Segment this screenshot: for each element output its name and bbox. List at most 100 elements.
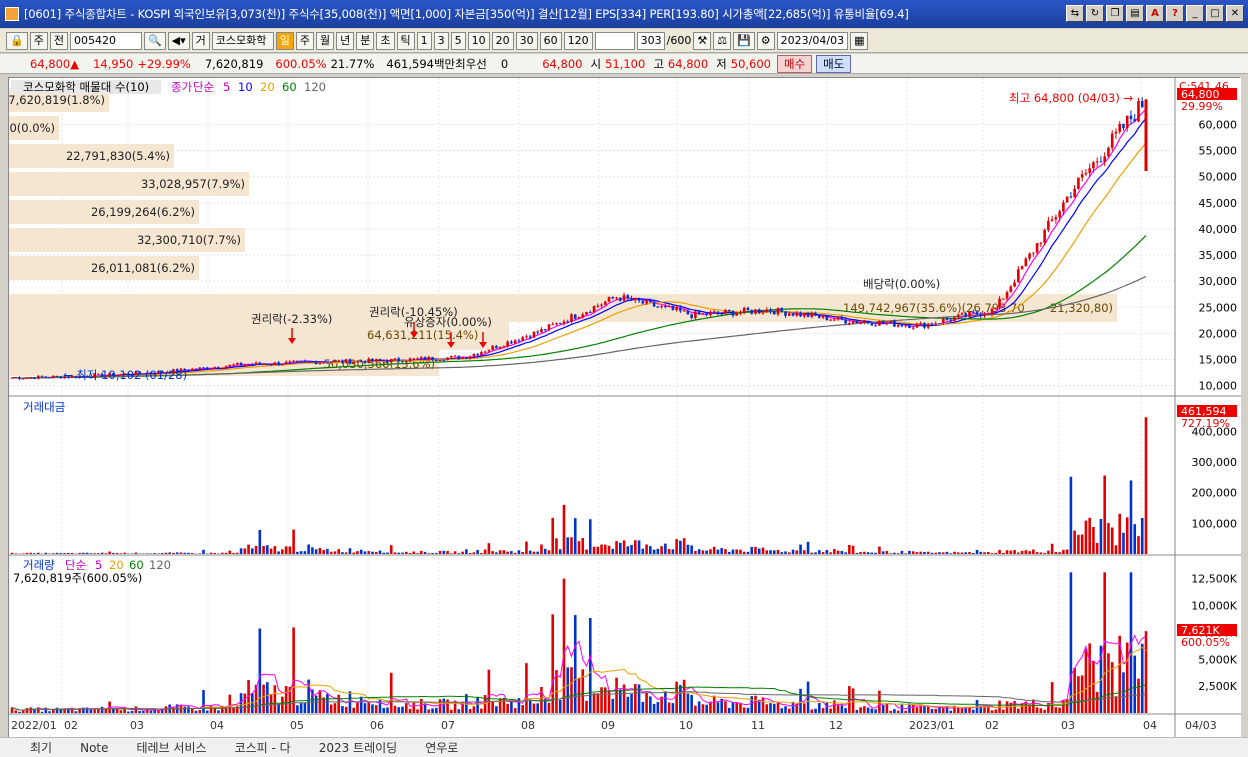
maximize-button[interactable]: □ xyxy=(1206,5,1224,22)
tab-tick[interactable]: 틱 xyxy=(396,31,415,50)
gear-icon[interactable]: ⚙ xyxy=(756,31,775,50)
candle-body xyxy=(423,357,427,361)
amount-bar xyxy=(870,552,874,554)
calendar-icon[interactable]: ▦ xyxy=(850,31,869,50)
candle-body xyxy=(247,364,250,366)
speaker-icon[interactable]: ◀▾ xyxy=(167,31,190,50)
custom-interval-input[interactable] xyxy=(594,31,635,50)
refresh-icon[interactable]: ↻ xyxy=(1086,5,1104,22)
volume-bar xyxy=(802,703,806,713)
amount-bar xyxy=(769,550,772,554)
interval-30[interactable]: 30 xyxy=(515,31,538,50)
stock-code-input[interactable]: 005420 xyxy=(69,31,142,50)
chart-toolbar: 🔒 주 전 005420 🔍 ◀▾ 거 코스모화학 일 주 월 년 분 초 틱 … xyxy=(0,29,1248,53)
amount-bar xyxy=(945,551,949,554)
tab-month[interactable]: 월 xyxy=(316,31,335,50)
amount-bar xyxy=(780,552,784,554)
taskbar-item-trading[interactable]: 2023 트레이딩 xyxy=(319,739,398,756)
interval-10[interactable]: 10 xyxy=(467,31,490,50)
date-input[interactable]: 2023/04/03 xyxy=(776,31,849,50)
amount-bar xyxy=(288,546,292,554)
interval-1[interactable]: 1 xyxy=(416,31,432,50)
amount-bar xyxy=(266,545,269,554)
compare-icon[interactable]: ⚖ xyxy=(713,31,732,50)
volume-bar xyxy=(446,699,449,713)
code-prefix[interactable]: 전 xyxy=(49,31,68,50)
interval-5[interactable]: 5 xyxy=(450,31,466,50)
period-select[interactable]: 주 xyxy=(29,31,48,50)
minimize-button[interactable]: _ xyxy=(1186,5,1204,22)
low-price: 50,600 xyxy=(730,56,771,71)
amount-bar xyxy=(528,550,532,554)
save-icon[interactable]: 💾 xyxy=(733,31,755,50)
amount-bar xyxy=(213,553,217,554)
stock-name[interactable]: 코스모화학 xyxy=(211,31,274,50)
amount-bar xyxy=(1020,550,1024,554)
volume-axis-label: 10,000K xyxy=(1191,600,1237,613)
tab-week[interactable]: 주 xyxy=(295,31,315,50)
candle-body xyxy=(585,311,588,315)
name-prefix[interactable]: 거 xyxy=(191,31,210,50)
taskbar-item-search[interactable]: 최기 xyxy=(30,739,52,756)
amount-bar xyxy=(829,552,832,554)
amount-bar xyxy=(750,546,754,554)
x-axis-label: 10 xyxy=(679,719,693,732)
close-button[interactable]: ✕ xyxy=(1226,5,1244,22)
candle-body xyxy=(25,377,29,379)
candle-body xyxy=(190,368,194,371)
tab-minute[interactable]: 분 xyxy=(356,31,375,50)
font-icon[interactable]: A xyxy=(1146,5,1164,22)
lock-icon[interactable]: 🔒 xyxy=(6,31,28,50)
tab-day[interactable]: 일 xyxy=(275,31,294,50)
amount-bar xyxy=(581,538,585,554)
candle-body xyxy=(468,356,472,359)
chart-area[interactable]: 7,620,819(1.8%) 0(0.0%) 22,791,830(5.4%) 33… xyxy=(8,77,1241,738)
chart-svg[interactable]: 7,620,819(1.8%) 0(0.0%) 22,791,830(5.4%) 33… xyxy=(8,78,1241,738)
interval-3[interactable]: 3 xyxy=(433,31,449,50)
help-icon[interactable]: ? xyxy=(1166,5,1184,22)
link-icon[interactable]: ⇆ xyxy=(1066,5,1084,22)
amount-bar xyxy=(716,549,720,554)
candle-body xyxy=(649,300,652,302)
amount-bar xyxy=(577,541,581,554)
tab-second[interactable]: 초 xyxy=(376,31,395,50)
candle-body xyxy=(510,341,513,344)
amount-bar xyxy=(491,551,494,554)
print-icon[interactable]: ▤ xyxy=(1126,5,1144,22)
search-icon[interactable]: 🔍 xyxy=(143,31,166,50)
candle-body xyxy=(712,311,716,313)
interval-120[interactable]: 120 xyxy=(563,31,593,50)
amount-bar xyxy=(29,552,33,554)
interval-20[interactable]: 20 xyxy=(491,31,514,50)
volume-bar xyxy=(521,705,524,713)
volume-bar xyxy=(262,684,265,713)
taskbar-item-note[interactable]: Note xyxy=(80,741,108,755)
volume-bar xyxy=(769,703,772,713)
volume-bar xyxy=(100,706,104,713)
taskbar-item-service[interactable]: 테레브 서비스 xyxy=(137,739,207,756)
volume-axis-label: 5,000K xyxy=(1198,653,1237,666)
volume-bar xyxy=(532,703,536,713)
amount-bar xyxy=(712,546,716,554)
amount-bar xyxy=(525,541,528,554)
buy-button[interactable]: 매수 xyxy=(777,54,813,73)
restore-icon[interactable]: ❐ xyxy=(1106,5,1124,22)
sell-button[interactable]: 매도 xyxy=(816,54,852,73)
volume-bar xyxy=(389,672,393,713)
amount-bar xyxy=(326,548,329,554)
volume-bar xyxy=(506,703,509,713)
volume-bar xyxy=(645,692,648,713)
count-input[interactable]: 303 xyxy=(636,31,665,50)
volume-bar xyxy=(239,693,243,713)
volume-bar xyxy=(784,706,787,713)
amount-bar xyxy=(100,552,104,554)
candle-body xyxy=(671,306,675,311)
interval-60[interactable]: 60 xyxy=(539,31,562,50)
tool-icon[interactable]: ⚒ xyxy=(693,31,712,50)
taskbar-item-yeonwoo[interactable]: 연우로 xyxy=(425,739,458,756)
taskbar-item-kospi[interactable]: 코스피 - 다 xyxy=(235,739,291,756)
amount-bar xyxy=(634,540,637,554)
amount-bar xyxy=(953,551,956,554)
window-buttons: ⇆ ↻ ❐ ▤ A ? _ □ ✕ xyxy=(1066,5,1244,22)
tab-year[interactable]: 년 xyxy=(336,31,355,50)
